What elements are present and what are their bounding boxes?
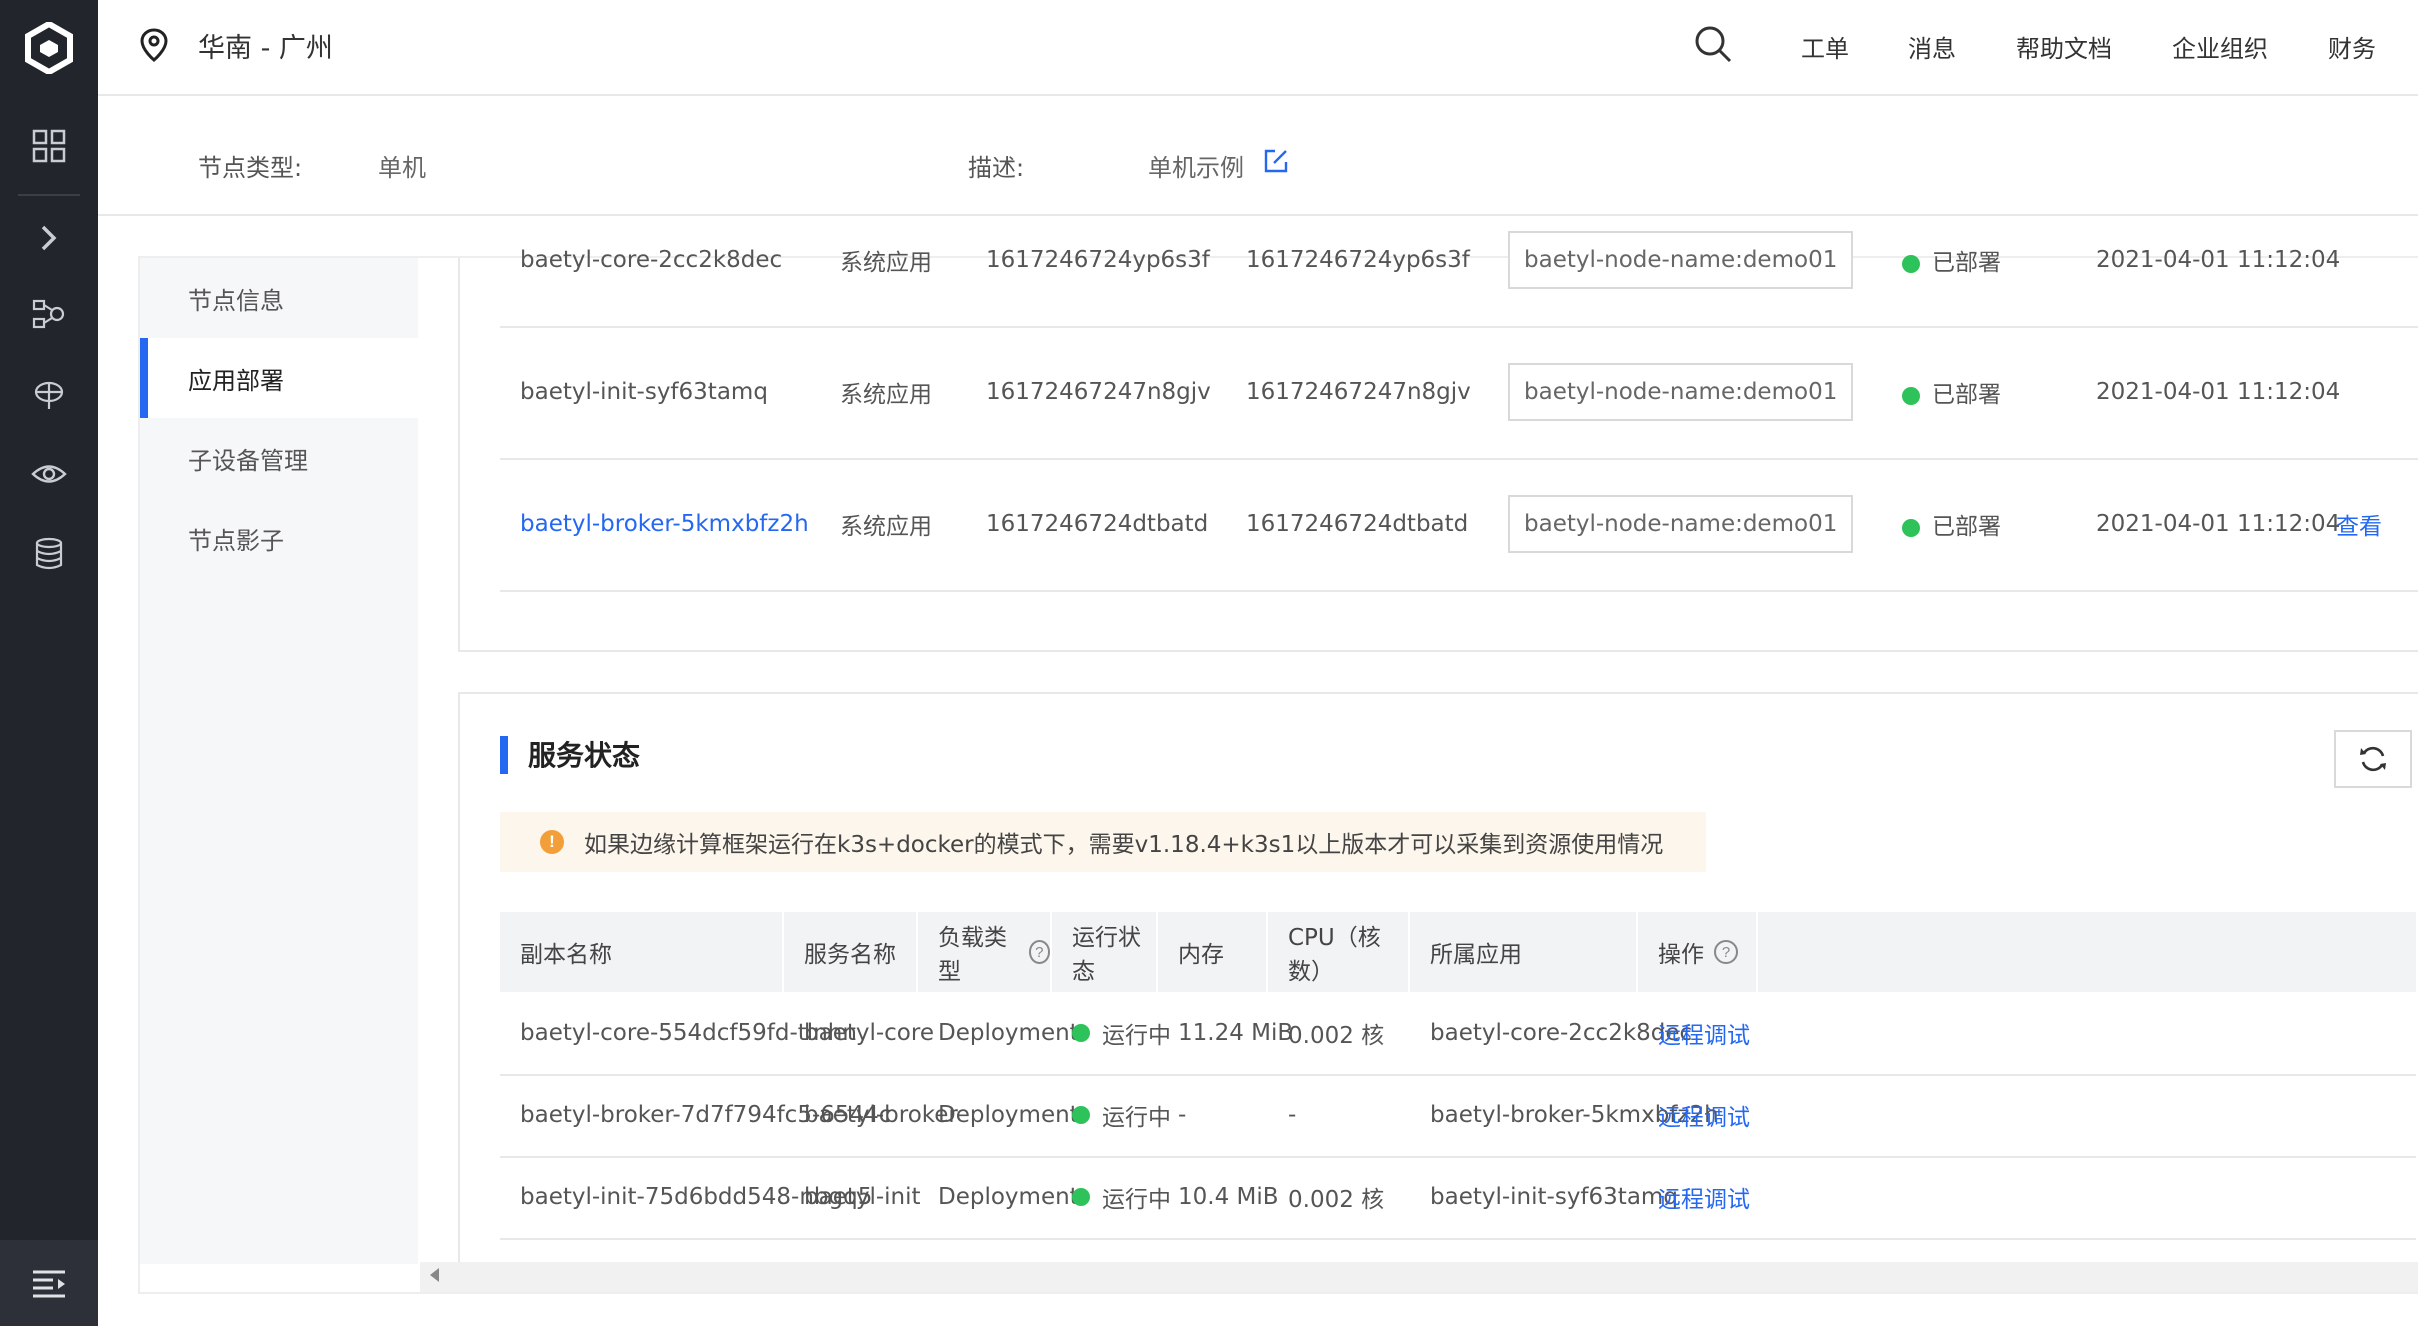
database-icon[interactable] [0, 524, 98, 584]
sidebar [0, 0, 98, 1326]
nav-help-docs[interactable]: 帮助文档 [2016, 29, 2112, 64]
app-col3: 1617246724yp6s3f [986, 247, 1210, 273]
status-dot [1902, 386, 1920, 405]
table-row: baetyl-core-2cc2k8dec 系统应用 1617246724yp6… [500, 194, 2418, 328]
node-label-tag: baetyl-node-name:demo01 [1508, 363, 1854, 421]
notice-text: 如果边缘计算框架运行在k3s+docker的模式下，需要v1.18.4+k3s1… [584, 832, 1664, 858]
subnav-item-shadow[interactable]: 节点影子 [140, 498, 418, 578]
status-dot [1902, 518, 1920, 537]
app-name-link[interactable]: baetyl-broker-5kmxbfz2h [520, 511, 809, 537]
status-dot [1072, 1106, 1090, 1124]
app-name: baetyl-init-syf63tamq [520, 379, 768, 405]
cpu-value: 0.002 核 [1288, 1187, 1385, 1213]
location-pin-icon [140, 28, 168, 66]
nav-organization[interactable]: 企业组织 [2172, 29, 2268, 64]
description-value: 单机示例 [1148, 154, 1244, 182]
status-dot [1902, 254, 1920, 273]
table-row: baetyl-broker-7d7f794fc5-6544c baetyl-br… [500, 1074, 2416, 1158]
help-icon[interactable]: ? [1714, 940, 1738, 964]
refresh-button[interactable] [2334, 730, 2412, 788]
table-row: baetyl-broker-5kmxbfz2h 系统应用 1617246724d… [500, 458, 2418, 592]
status-dot [1072, 1188, 1090, 1206]
app-type: 系统应用 [840, 250, 932, 276]
cpu-value: 0.002 核 [1288, 1023, 1385, 1049]
section-accent-bar [500, 736, 508, 774]
app-col4: 16172467247n8gjv [1246, 379, 1471, 405]
col-service: 服务名称 [784, 912, 918, 992]
service-status-panel: 服务状态 ! 如果边缘计算框架运行在k3s+docker的模式下，需要v1.18… [458, 692, 2418, 1266]
node-subnav: 节点信息 应用部署 子设备管理 节点影子 [140, 258, 418, 1264]
warning-icon: ! [540, 830, 564, 854]
remote-debug-link[interactable]: 远程调试 [1638, 1074, 1750, 1156]
memory-value: 10.4 MiB [1178, 1184, 1279, 1210]
run-status: 运行中 [1052, 1156, 1171, 1238]
app-deploy-table: baetyl-core-2cc2k8dec 系统应用 1617246724yp6… [458, 231, 2418, 652]
app-type: 系统应用 [840, 514, 932, 540]
subnav-item-node-info[interactable]: 节点信息 [140, 258, 418, 338]
nav-ticket[interactable]: 工单 [1801, 29, 1849, 64]
table-row: baetyl-core-554dcf59fd-tlnhn baetyl-core… [500, 992, 2416, 1076]
col-cpu: CPU（核数） [1268, 912, 1410, 992]
deploy-status: 已部署 [1902, 243, 2001, 277]
scroll-left-arrow-icon[interactable] [430, 1268, 439, 1282]
dashboard-grid-icon[interactable] [0, 116, 98, 176]
subnav-item-subdevice[interactable]: 子设备管理 [140, 418, 418, 498]
node-topology-icon[interactable] [0, 284, 98, 344]
search-icon[interactable] [1693, 24, 1733, 68]
expand-chevron-icon[interactable] [0, 208, 98, 268]
col-replica: 副本名称 [500, 912, 784, 992]
horizontal-scrollbar[interactable] [420, 1262, 2418, 1292]
nav-messages[interactable]: 消息 [1908, 29, 1956, 64]
table-row: baetyl-init-75d6bdd548-nbgq5 baetyl-init… [500, 1156, 2416, 1240]
app-col3: 16172467247n8gjv [986, 379, 1211, 405]
remote-debug-link[interactable]: 远程调试 [1638, 1156, 1750, 1238]
warning-notice: ! 如果边缘计算框架运行在k3s+docker的模式下，需要v1.18.4+k3… [500, 812, 1706, 872]
service-name: baetyl-init [804, 1184, 921, 1210]
deploy-time: 2021-04-01 11:12:04 [2096, 511, 2341, 537]
app-col4: 1617246724dtbatd [1246, 511, 1469, 537]
deploy-status: 已部署 [1902, 375, 2001, 409]
deploy-time: 2021-04-01 11:12:04 [2096, 247, 2341, 273]
status-dot [1072, 1024, 1090, 1042]
app-name: baetyl-core-2cc2k8dec [520, 247, 783, 273]
collapse-menu-icon[interactable] [0, 1240, 98, 1326]
refresh-icon [2360, 746, 2386, 772]
table-row: baetyl-init-syf63tamq 系统应用 16172467247n8… [500, 326, 2418, 460]
logo-icon[interactable] [0, 0, 98, 96]
memory-value: - [1178, 1102, 1187, 1128]
col-app: 所属应用 [1410, 912, 1638, 992]
section-title: 服务状态 [528, 739, 641, 772]
col-action: 操作? [1638, 912, 1758, 992]
top-header: 华南 - 广州 工单 消息 帮助文档 企业组织 财务 [98, 0, 2418, 96]
eye-monitor-icon[interactable] [0, 444, 98, 504]
sidebar-divider [18, 194, 80, 196]
app-col3: 1617246724dtbatd [986, 511, 1209, 537]
description-label: 描述: [968, 154, 1025, 182]
app-type: 系统应用 [840, 382, 932, 408]
region-selector[interactable]: 华南 - 广州 [198, 26, 333, 65]
node-label-tag: baetyl-node-name:demo01 [1508, 495, 1854, 553]
deploy-time: 2021-04-01 11:12:04 [2096, 379, 2341, 405]
subnav-item-app-deploy[interactable]: 应用部署 [140, 338, 418, 418]
col-status: 运行状态 [1052, 912, 1158, 992]
run-status: 运行中 [1052, 992, 1171, 1074]
nav-finance[interactable]: 财务 [2328, 29, 2376, 64]
node-type-value: 单机 [378, 154, 426, 182]
help-icon[interactable]: ? [1028, 940, 1050, 964]
run-status: 运行中 [1052, 1074, 1171, 1156]
remote-debug-link[interactable]: 远程调试 [1638, 992, 1750, 1074]
service-name: baetyl-core [804, 1020, 934, 1046]
edit-icon[interactable] [1263, 148, 1289, 178]
cpu-value: - [1288, 1102, 1297, 1128]
cloud-device-icon[interactable] [0, 364, 98, 424]
col-workload: 负载类型? [918, 912, 1052, 992]
app-col4: 1617246724yp6s3f [1246, 247, 1470, 273]
deploy-status: 已部署 [1902, 507, 2001, 541]
table-header: 副本名称 服务名称 负载类型? 运行状态 内存 CPU（核数） 所属应用 操作? [500, 912, 2416, 992]
view-link[interactable]: 查看 [2336, 507, 2382, 541]
node-type-label: 节点类型: [198, 154, 303, 182]
col-memory: 内存 [1158, 912, 1268, 992]
node-label-tag: baetyl-node-name:demo01 [1508, 231, 1854, 289]
